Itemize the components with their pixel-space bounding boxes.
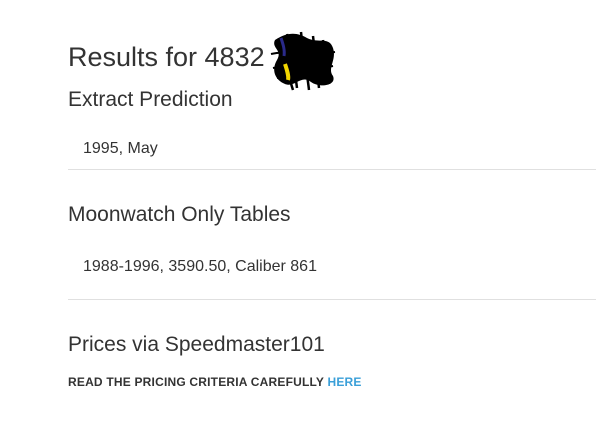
pricing-criteria-note: READ THE PRICING CRITERIA CAREFULLY HERE (68, 375, 362, 389)
extract-prediction-title: Extract Prediction (68, 88, 233, 111)
results-page: Results for 4832 Extract Prediction 1995… (0, 0, 596, 427)
results-header: Results for 4832 (68, 22, 337, 92)
prices-title: Prices via Speedmaster101 (68, 333, 325, 356)
section-divider (68, 299, 596, 300)
results-title: Results for 4832 (68, 42, 265, 72)
moonwatch-tables-title: Moonwatch Only Tables (68, 203, 291, 226)
redaction-scribble (270, 31, 335, 91)
pricing-criteria-text: READ THE PRICING CRITERIA CAREFULLY (68, 375, 324, 389)
moonwatch-tables-value: 1988-1996, 3590.50, Caliber 861 (83, 258, 317, 275)
pricing-criteria-link[interactable]: HERE (327, 375, 361, 389)
extract-prediction-value: 1995, May (83, 140, 158, 157)
section-divider (68, 169, 596, 170)
